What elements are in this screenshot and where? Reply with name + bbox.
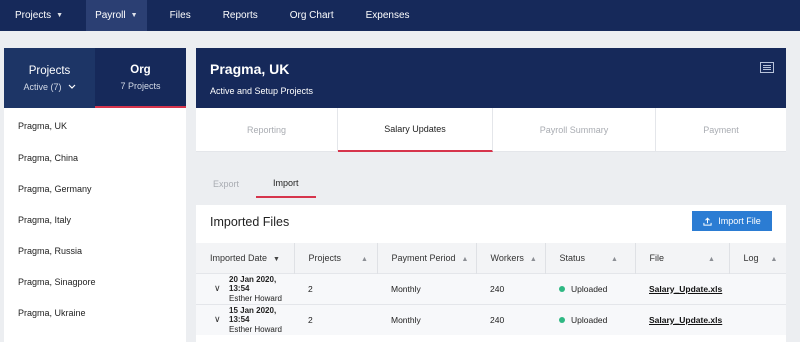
column-label: Payment Period xyxy=(391,252,456,263)
sidebar-item-pragma-ukraine[interactable]: Pragma, Ukraine xyxy=(4,297,186,328)
sub-tabs: Export Import xyxy=(196,170,316,198)
nav-org-chart[interactable]: Org Chart xyxy=(281,0,343,31)
payment-period: Monthly xyxy=(377,272,476,304)
top-nav: Projects ▼ Payroll ▼ Files Reports Org C… xyxy=(0,0,800,31)
nav-projects-label: Projects xyxy=(15,10,52,21)
nav-files[interactable]: Files xyxy=(161,0,200,31)
subtab-export[interactable]: Export xyxy=(196,170,256,198)
imported-date: 20 Jan 2020, 13:54 xyxy=(229,274,277,293)
sidebar-item-pragma-italy[interactable]: Pragma, Italy xyxy=(4,204,186,235)
table-row[interactable]: ∨ 15 Jan 2020, 13:54 Esther Howard 2 Mon… xyxy=(196,303,786,335)
page-subtitle: Active and Setup Projects xyxy=(210,86,314,96)
imported-files-card: Imported Files Import File Imported Date… xyxy=(196,205,786,342)
nav-reports-label: Reports xyxy=(222,10,258,21)
column-label: Status xyxy=(559,252,586,263)
sidebar-item-pragma-russia[interactable]: Pragma, Russia xyxy=(4,235,186,266)
sidebar-tab-org-label: Org xyxy=(130,63,151,76)
workers-count: 240 xyxy=(476,303,545,335)
imported-date: 15 Jan 2020, 13:54 xyxy=(229,305,277,324)
column-label: Log xyxy=(743,252,759,263)
nav-expenses[interactable]: Expenses xyxy=(357,0,419,31)
imported-files-table: Imported Date ▼ Projects ▲︎ Payment Period… xyxy=(196,243,786,335)
main-tabs: Reporting Salary Updates Payroll Summary… xyxy=(196,108,786,152)
sidebar: Projects Active (7) Org 7 Projects Pragm… xyxy=(4,48,186,342)
active-projects-count: Active (7) xyxy=(23,81,62,92)
status-dot-icon xyxy=(559,285,565,292)
imported-by: Esther Howard xyxy=(229,324,282,334)
projects-count: 2 xyxy=(294,272,377,304)
nav-payroll-label: Payroll xyxy=(95,10,126,21)
page-title: Pragma, UK xyxy=(210,61,290,77)
subtab-import[interactable]: Import xyxy=(256,170,316,198)
org-list: Pragma, UK Pragma, China Pragma, Germany… xyxy=(4,110,186,328)
upload-icon xyxy=(703,217,712,226)
column-header-file[interactable]: File ▲ xyxy=(635,243,730,273)
sort-icon: ▲ xyxy=(461,255,469,263)
nav-payroll[interactable]: Payroll ▼ xyxy=(86,0,147,31)
status-dot-icon xyxy=(559,316,565,323)
column-header-payment-period[interactable]: Payment Period ▲ xyxy=(377,243,477,273)
sidebar-tab-org[interactable]: Org 7 Projects xyxy=(95,48,186,108)
column-header-workers[interactable]: Workers ▲ xyxy=(476,243,546,273)
list-view-icon[interactable] xyxy=(760,62,774,73)
status-badge: Uploaded xyxy=(571,314,608,325)
column-header-imported-date[interactable]: Imported Date ▼ xyxy=(196,243,295,273)
imported-by: Esther Howard xyxy=(229,293,282,303)
sort-icon: ▲ xyxy=(529,255,537,263)
sort-icon: ▲︎ xyxy=(361,255,368,263)
file-link[interactable]: Salary_Update.xls xyxy=(649,315,722,325)
column-label: Projects xyxy=(308,252,342,263)
chevron-down-icon: ▼ xyxy=(130,12,138,19)
sidebar-tabs: Projects Active (7) Org 7 Projects xyxy=(4,48,186,108)
chevron-down-icon xyxy=(68,84,75,89)
tab-salary-updates[interactable]: Salary Updates xyxy=(338,108,493,152)
nav-files-label: Files xyxy=(169,10,191,21)
sort-icon: ▲ xyxy=(770,255,778,263)
sidebar-item-pragma-singapore[interactable]: Pragma, Sinagpore xyxy=(4,266,186,297)
projects-count: 2 xyxy=(294,303,377,335)
column-label: Workers xyxy=(490,252,524,263)
column-header-projects[interactable]: Projects ▲︎ xyxy=(294,243,378,273)
import-file-label: Import File xyxy=(718,216,761,226)
sort-icon: ▲ xyxy=(708,255,715,263)
table-header-row: Imported Date ▼ Projects ▲︎ Payment Period… xyxy=(196,243,786,273)
tab-payroll-summary[interactable]: Payroll Summary xyxy=(493,108,656,152)
sort-desc-icon: ▼ xyxy=(273,255,280,263)
nav-reports[interactable]: Reports xyxy=(214,0,267,31)
sort-icon: ▲ xyxy=(611,255,618,263)
chevron-down-icon[interactable]: ∨ xyxy=(214,314,227,325)
column-header-log[interactable]: Log ▲ xyxy=(729,243,786,273)
sidebar-item-pragma-uk[interactable]: Pragma, UK xyxy=(4,110,186,142)
import-file-button[interactable]: Import File xyxy=(692,211,772,231)
sidebar-item-pragma-china[interactable]: Pragma, China xyxy=(4,142,186,173)
tab-payment[interactable]: Payment xyxy=(656,108,786,152)
status-badge: Uploaded xyxy=(571,283,608,294)
column-header-status[interactable]: Status ▲ xyxy=(545,243,636,273)
chevron-down-icon[interactable]: ∨ xyxy=(214,283,227,294)
nav-projects[interactable]: Projects ▼ xyxy=(6,0,72,31)
chevron-down-icon: ▼ xyxy=(56,12,64,19)
sidebar-tab-projects-label: Projects xyxy=(28,64,71,77)
project-header: Pragma, UK Active and Setup Projects xyxy=(196,48,786,108)
tab-reporting[interactable]: Reporting xyxy=(196,108,338,152)
column-label: File xyxy=(649,252,665,263)
sidebar-tab-projects[interactable]: Projects Active (7) xyxy=(4,48,95,108)
payment-period: Monthly xyxy=(377,303,476,335)
file-link[interactable]: Salary_Update.xls xyxy=(649,284,722,294)
column-label: Imported Date xyxy=(210,252,268,263)
sidebar-item-pragma-germany[interactable]: Pragma, Germany xyxy=(4,173,186,204)
nav-expenses-label: Expenses xyxy=(365,10,410,21)
org-projects-count: 7 Projects xyxy=(120,80,161,91)
table-row[interactable]: ∨ 20 Jan 2020, 13:54 Esther Howard 2 Mon… xyxy=(196,272,786,304)
imported-files-title: Imported Files xyxy=(210,215,290,229)
nav-org-chart-label: Org Chart xyxy=(289,10,334,21)
log-cell xyxy=(729,272,786,304)
workers-count: 240 xyxy=(476,272,545,304)
active-projects-dropdown[interactable]: Active (7) xyxy=(23,82,75,92)
log-cell xyxy=(729,303,786,335)
